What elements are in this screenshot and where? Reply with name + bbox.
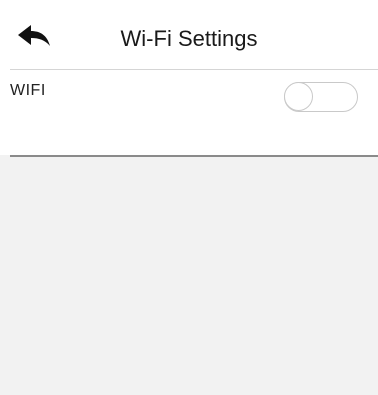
wifi-label: WIFI [10,82,46,99]
header-bar: Wi-Fi Settings [0,0,378,70]
toggle-knob [284,82,313,111]
wifi-toggle[interactable] [284,82,358,112]
wifi-settings-screen: Wi-Fi Settings WIFI [0,0,378,395]
wifi-setting-row[interactable]: WIFI [0,70,378,155]
back-arrow-icon [18,25,50,46]
empty-content-area [0,157,378,395]
back-button[interactable] [10,16,58,56]
